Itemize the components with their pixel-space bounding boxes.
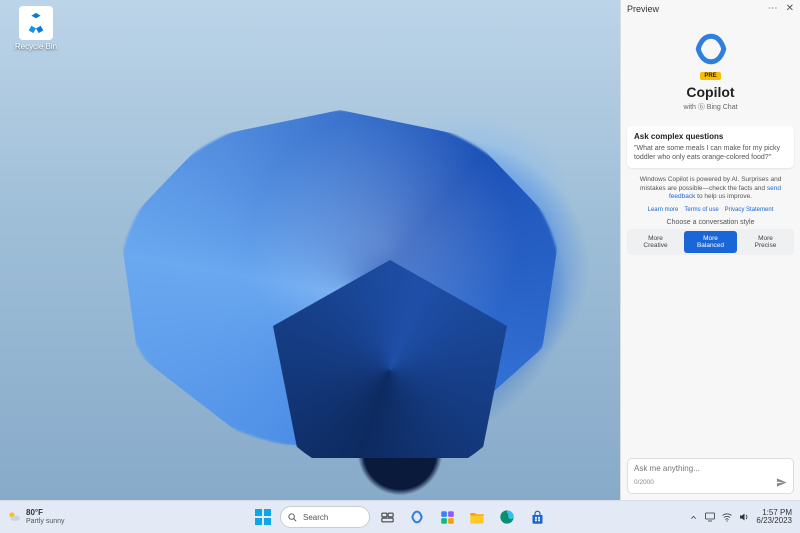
- copilot-input-box[interactable]: 0/2000: [627, 458, 794, 494]
- copilot-header-title: Preview: [627, 4, 659, 14]
- taskbar: 80°F Partly sunny Search: [0, 500, 800, 533]
- start-button[interactable]: [250, 504, 276, 530]
- terms-link[interactable]: Terms of use: [684, 207, 718, 213]
- taskbar-search[interactable]: Search: [280, 506, 370, 528]
- style-balanced[interactable]: MoreBalanced: [684, 231, 737, 253]
- copilot-subtitle: with ⓑ Bing Chat: [629, 102, 792, 112]
- taskbar-center: Search: [250, 504, 550, 530]
- taskbar-clock[interactable]: 1:57 PM 6/23/2023: [756, 509, 792, 526]
- weather-icon: [6, 509, 22, 525]
- store-button[interactable]: [524, 504, 550, 530]
- send-icon[interactable]: [776, 477, 787, 488]
- edge-button[interactable]: [494, 504, 520, 530]
- clock-date: 6/23/2023: [756, 517, 792, 525]
- card-heading: Ask complex questions: [634, 132, 787, 141]
- copilot-disclaimer: Windows Copilot is powered by AI. Surpri…: [621, 174, 800, 203]
- style-precise[interactable]: MorePrecise: [739, 231, 792, 253]
- weather-temp: 80°F: [26, 509, 65, 517]
- copilot-pre-badge: PRE: [700, 72, 720, 80]
- search-icon: [287, 512, 298, 523]
- system-tray[interactable]: [704, 511, 750, 523]
- conversation-style-label: Choose a conversation style: [621, 215, 800, 226]
- search-placeholder: Search: [303, 513, 328, 522]
- recycle-bin-glyph: [19, 6, 53, 40]
- copilot-taskbar-button[interactable]: [404, 504, 430, 530]
- copilot-header: Preview ⋯ ✕: [621, 0, 800, 18]
- learn-more-link[interactable]: Learn more: [648, 207, 679, 213]
- conversation-style-group: MoreCreative MoreBalanced MorePrecise: [627, 229, 794, 255]
- volume-icon[interactable]: [738, 511, 750, 523]
- recycle-bin-label: Recycle Bin: [8, 42, 64, 51]
- weather-desc: Partly sunny: [26, 518, 65, 525]
- copilot-example-card[interactable]: Ask complex questions "What are some mea…: [627, 126, 794, 168]
- widgets-button[interactable]: [434, 504, 460, 530]
- privacy-link[interactable]: Privacy Statement: [725, 207, 774, 213]
- copilot-panel: Preview ⋯ ✕ PRE Copilot with ⓑ Bing Chat…: [620, 0, 800, 500]
- close-icon[interactable]: ✕: [786, 4, 794, 14]
- wifi-icon[interactable]: [721, 511, 733, 523]
- copilot-input[interactable]: [634, 464, 787, 473]
- network-icon[interactable]: [704, 511, 716, 523]
- copilot-title: Copilot: [629, 84, 792, 100]
- copilot-links: Learn more Terms of use Privacy Statemen…: [621, 204, 800, 215]
- style-creative[interactable]: MoreCreative: [629, 231, 682, 253]
- more-icon[interactable]: ⋯: [768, 4, 778, 14]
- copilot-hero: PRE Copilot with ⓑ Bing Chat: [621, 18, 800, 120]
- recycle-bin-icon[interactable]: Recycle Bin: [8, 6, 64, 51]
- tray-chevron-icon[interactable]: [689, 513, 698, 522]
- copilot-logo-icon: [694, 32, 728, 66]
- taskbar-weather[interactable]: 80°F Partly sunny: [0, 509, 65, 525]
- task-view-button[interactable]: [374, 504, 400, 530]
- file-explorer-button[interactable]: [464, 504, 490, 530]
- card-example: "What are some meals I can make for my p…: [634, 144, 787, 162]
- char-count: 0/2000: [634, 479, 654, 486]
